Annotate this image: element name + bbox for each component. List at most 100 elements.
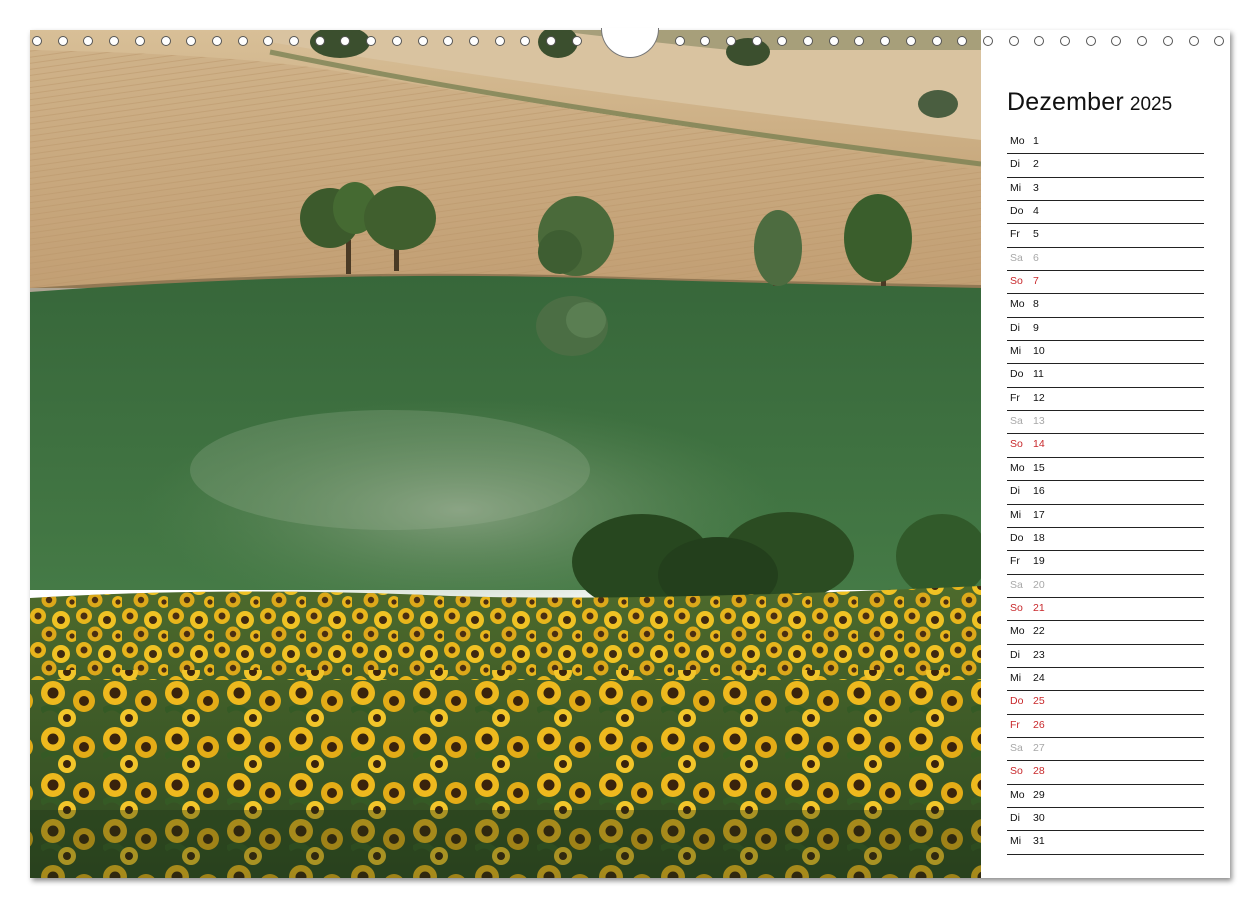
day-number: 4	[1033, 205, 1039, 218]
day-number: 21	[1033, 601, 1045, 614]
binding-hole	[160, 36, 171, 46]
weekday-label: Mo	[1010, 135, 1025, 147]
binding-hole	[186, 36, 197, 46]
binding-hole	[443, 36, 454, 46]
weekday-label: Fr	[1010, 391, 1020, 404]
binding-hole	[468, 36, 479, 46]
day-row: Di 16	[1007, 481, 1204, 505]
day-row: Mi 17	[1007, 505, 1204, 528]
binding-hole	[1162, 36, 1173, 46]
day-number: 24	[1033, 671, 1045, 684]
binding-hole	[982, 36, 993, 46]
day-number: 2	[1033, 158, 1039, 171]
binding-hole	[957, 36, 968, 46]
weekday-label: Do	[1010, 205, 1024, 218]
day-number: 12	[1033, 391, 1045, 404]
day-number: 11	[1033, 368, 1044, 381]
weekday-label: Do	[1010, 695, 1024, 708]
binding-hole	[571, 36, 582, 46]
day-number: 7	[1033, 275, 1039, 288]
day-row: Di 23	[1007, 645, 1204, 668]
binding-hole	[674, 36, 685, 46]
weekday-label: Mi	[1010, 345, 1022, 358]
day-list: Mo 1 Di 2 Mi 3 Do 4 Fr 5 Sa 6 So 7 Mo 8 Di 9 Mi 10 Do 11 Fr 12 S…	[1007, 131, 1204, 855]
weekday-label: Sa	[1010, 741, 1023, 754]
weekday-label: Di	[1010, 321, 1020, 334]
day-number: 10	[1033, 345, 1045, 358]
binding-hole	[520, 36, 531, 46]
binding-hole	[1060, 36, 1070, 46]
binding-hole	[725, 36, 736, 46]
day-number: 3	[1033, 181, 1039, 194]
binding-hole	[237, 36, 248, 46]
day-row: Mo 8	[1007, 294, 1204, 318]
day-number: 31	[1033, 835, 1045, 848]
day-number: 28	[1033, 765, 1045, 778]
day-row: Sa 20	[1007, 575, 1204, 598]
binding-hole	[109, 36, 120, 46]
weekday-label: So	[1010, 601, 1023, 614]
weekday-label: Di	[1010, 648, 1020, 661]
day-number: 20	[1033, 578, 1045, 591]
day-number: 23	[1033, 648, 1045, 661]
binding-hole	[1137, 36, 1148, 46]
weekday-label: Mi	[1010, 671, 1022, 684]
binding-hole	[1034, 36, 1045, 46]
month-name: Dezember	[1007, 88, 1124, 116]
binding-hole	[546, 36, 556, 46]
weekday-label: Fr	[1010, 228, 1020, 241]
day-number: 25	[1033, 695, 1045, 708]
day-row: Fr 19	[1007, 551, 1204, 575]
binding-hole	[211, 36, 222, 46]
day-row: Sa 27	[1007, 738, 1204, 762]
binding-hole	[700, 36, 711, 46]
day-row: Sa 13	[1007, 411, 1204, 435]
day-row: Do 18	[1007, 528, 1204, 552]
binding-hole	[1188, 36, 1199, 46]
day-number: 9	[1033, 321, 1039, 334]
day-row: Mo 22	[1007, 621, 1204, 645]
day-row: Sa 6	[1007, 248, 1204, 272]
day-number: 27	[1033, 741, 1045, 754]
calendar-page: Dezember 2025 Mo 1 Di 2 Mi 3 Do 4 Fr 5 Sa 6 So 7 Mo 8 Di 9…	[30, 28, 1230, 878]
binding-hole	[57, 36, 68, 46]
weekday-label: Fr	[1010, 718, 1020, 731]
day-row: So 21	[1007, 598, 1204, 622]
weekday-label: Mo	[1010, 788, 1025, 801]
day-number: 5	[1033, 228, 1039, 241]
binding-hole	[32, 36, 42, 46]
binding-hole	[880, 36, 891, 46]
day-number: 15	[1033, 461, 1045, 474]
day-number: 13	[1033, 415, 1045, 428]
day-row: Fr 26	[1007, 715, 1204, 738]
day-number: 18	[1033, 531, 1045, 544]
year: 2025	[1129, 94, 1173, 115]
weekday-label: Di	[1010, 485, 1020, 498]
day-number: 22	[1033, 625, 1045, 638]
weekday-label: Fr	[1010, 555, 1020, 568]
weekday-label: Mi	[1010, 181, 1022, 194]
day-number: 14	[1033, 438, 1045, 451]
day-number: 8	[1033, 298, 1039, 311]
weekday-label: Mo	[1010, 461, 1025, 474]
day-row: Do 4	[1007, 201, 1204, 225]
binding-hole	[1008, 36, 1019, 46]
day-number: 1	[1033, 135, 1039, 147]
weekday-label: Di	[1010, 811, 1020, 824]
binding-hole	[854, 36, 865, 46]
binding-hole	[391, 36, 402, 46]
month-calendar: Dezember 2025 Mo 1 Di 2 Mi 3 Do 4 Fr 5 Sa 6 So 7 Mo 8 Di 9…	[1007, 88, 1204, 855]
weekday-label: Di	[1010, 158, 1020, 171]
binding-hole	[417, 36, 428, 46]
weekday-label: Do	[1010, 531, 1024, 544]
day-row: Mi 31	[1007, 831, 1204, 855]
binding-hole	[777, 36, 788, 46]
weekday-label: Mo	[1010, 298, 1025, 311]
weekday-label: Mi	[1010, 508, 1022, 521]
binding-hole	[931, 36, 942, 46]
day-number: 16	[1033, 485, 1045, 498]
day-row: So 14	[1007, 434, 1204, 458]
weekday-label: Sa	[1010, 251, 1023, 264]
binding-hole	[905, 36, 916, 46]
day-number: 30	[1033, 811, 1045, 824]
